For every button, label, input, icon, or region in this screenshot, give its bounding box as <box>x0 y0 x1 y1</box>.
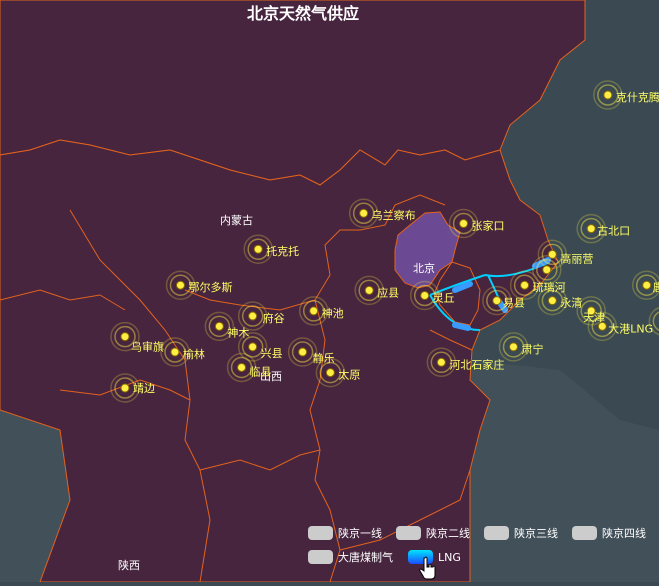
legend-item-5[interactable]: 大唐煤制气 <box>308 550 393 564</box>
city-label: 鄂尔多斯 <box>189 280 233 294</box>
city-dot <box>237 362 247 372</box>
legend-swatch <box>308 526 333 540</box>
city-label: 神池 <box>322 306 344 320</box>
city-label: 托克托 <box>266 244 299 258</box>
legend-item-4[interactable]: 陕京四线 <box>572 526 646 540</box>
city-label: 神木 <box>227 325 249 339</box>
city-label: 古北口 <box>597 225 630 238</box>
city-label: 应县 <box>377 285 399 299</box>
province-label: 北京 <box>413 261 435 275</box>
province-label: 陕西 <box>118 558 140 572</box>
city-label: 张家口 <box>472 219 505 233</box>
legend-label: 陕京四线 <box>602 526 646 540</box>
city-dot <box>520 280 530 290</box>
legend-swatch <box>396 526 421 540</box>
city-label: 乌兰察布 <box>372 208 416 222</box>
city-dot <box>642 280 652 290</box>
city-dot <box>309 306 319 316</box>
city-dot <box>170 347 180 357</box>
city-label: 高丽营 <box>560 251 593 265</box>
legend-item-1[interactable]: 陕京一线 <box>308 526 382 540</box>
city-dot <box>248 342 258 352</box>
city-dot <box>298 347 308 357</box>
legend-swatch <box>484 526 509 540</box>
city-dot <box>364 285 374 295</box>
city-marker[interactable]: 天津 <box>576 296 606 326</box>
city-label: 乌审旗 <box>131 340 164 354</box>
legend-swatch <box>308 550 333 564</box>
flow-arrow <box>452 322 471 331</box>
city-label: 大港LNG <box>608 321 653 335</box>
city-dot <box>459 219 469 229</box>
city-label: 河北石家庄 <box>449 357 504 371</box>
city-dot <box>542 265 552 275</box>
city-dot <box>420 290 430 300</box>
city-label: 靖边 <box>133 382 155 395</box>
city-label: 府谷 <box>263 311 285 325</box>
city-label: 榆林 <box>183 347 205 361</box>
city-dot <box>603 90 613 100</box>
city-dot <box>253 244 263 254</box>
map-canvas: 内蒙古 北京 山西 陕西 克什克腾旗乌兰察布张家口古北口高丽营托克托唐山鄂尔多斯… <box>0 0 659 583</box>
city-dot <box>248 311 258 321</box>
legend-item-3[interactable]: 陕京三线 <box>484 526 558 540</box>
city-dot <box>492 296 502 306</box>
legend-label: 陕京一线 <box>338 526 382 540</box>
city-label: 肃宁 <box>522 342 544 356</box>
map-stage: 内蒙古 北京 山西 陕西 克什克腾旗乌兰察布张家口古北口高丽营托克托唐山鄂尔多斯… <box>0 0 659 583</box>
city-dot <box>586 224 596 234</box>
city-dot <box>436 357 446 367</box>
legend-swatch <box>572 526 597 540</box>
legend-label: 大唐煤制气 <box>338 550 393 564</box>
hand-cursor-icon <box>419 556 436 580</box>
legend-label: 陕京三线 <box>514 526 558 540</box>
city-dot <box>176 280 185 290</box>
city-label: 灵丘 <box>433 291 455 304</box>
city-label: 唐山 <box>653 280 659 294</box>
city-dot <box>120 332 130 342</box>
city-label: 克什克腾旗 <box>616 90 659 104</box>
city-dot <box>547 296 557 306</box>
legend-item-2[interactable]: 陕京二线 <box>396 526 470 540</box>
map-title: 北京天然气供应 <box>247 4 359 23</box>
legend-label: LNG <box>438 551 461 564</box>
city-dot <box>214 321 224 331</box>
city-label: 太原 <box>338 369 360 382</box>
city-dot <box>325 368 335 378</box>
city-label: 兴县 <box>261 347 283 360</box>
city-dot <box>359 208 369 218</box>
city-dot <box>120 383 130 393</box>
city-dot <box>597 321 607 331</box>
city-label: 临县 <box>250 364 272 378</box>
legend-label: 陕京二线 <box>426 526 470 540</box>
province-label: 内蒙古 <box>220 213 253 227</box>
city-dot <box>509 342 518 352</box>
